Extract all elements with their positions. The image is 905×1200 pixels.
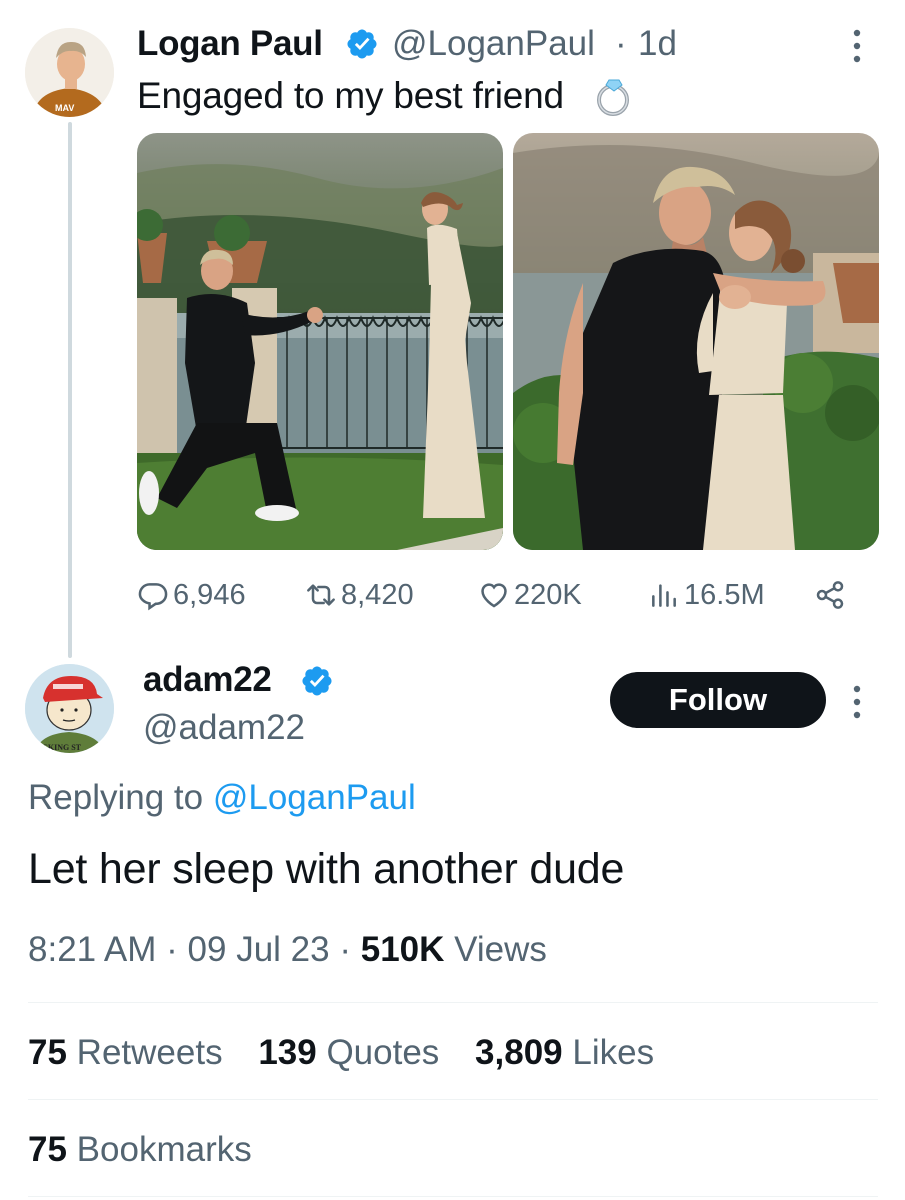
- svg-text:MAV: MAV: [55, 103, 74, 113]
- separator-dot: ·: [339, 930, 351, 969]
- logan-paul-avatar[interactable]: MAV: [25, 28, 114, 117]
- bookmarks-label: Bookmarks: [76, 1130, 252, 1169]
- reply-time[interactable]: 8:21 AM: [28, 930, 156, 969]
- reply-views-count: 510K: [360, 930, 445, 969]
- quotes-stat[interactable]: 139 Quotes: [258, 1033, 439, 1072]
- likes-stat[interactable]: 3,809 Likes: [475, 1033, 654, 1072]
- like-count: 220K: [514, 578, 582, 611]
- retweet-button[interactable]: 8,420: [305, 574, 414, 616]
- reply-icon: [138, 583, 168, 611]
- divider: [28, 1002, 878, 1003]
- reply-author-display-name[interactable]: adam22: [143, 660, 272, 700]
- photo-proposal[interactable]: [137, 133, 503, 550]
- bookmarks-count: 75: [28, 1130, 67, 1169]
- verified-badge-icon: [347, 29, 377, 59]
- svg-text:ICKING ST: ICKING ST: [39, 743, 82, 752]
- share-icon: [816, 581, 844, 609]
- share-button[interactable]: [814, 574, 850, 616]
- author-display-name[interactable]: Logan Paul: [137, 24, 323, 64]
- like-button[interactable]: 220K: [478, 574, 582, 616]
- reply-count: 6,946: [173, 578, 246, 611]
- verified-badge-icon: [302, 666, 332, 696]
- views-chart-icon: [652, 584, 676, 607]
- replying-to-mention[interactable]: @LoganPaul: [213, 778, 416, 817]
- reply-button[interactable]: 6,946: [137, 574, 246, 616]
- retweet-icon: [307, 584, 335, 606]
- divider: [28, 1099, 878, 1100]
- ring-emoji: [597, 79, 629, 116]
- reply-views-label: Views: [454, 930, 547, 969]
- likes-label: Likes: [572, 1033, 655, 1072]
- tweet-meta-line: 8:21 AM · 09 Jul 23 · 510K Views: [28, 930, 547, 970]
- photo-kiss-icon: [513, 133, 879, 550]
- quotes-count: 139: [258, 1033, 317, 1072]
- more-options-icon[interactable]: [852, 684, 862, 720]
- thread-connector-line: [68, 122, 72, 658]
- more-options-icon[interactable]: [852, 28, 862, 64]
- retweets-count: 75: [28, 1033, 67, 1072]
- separator-dot: ·: [166, 930, 178, 969]
- replying-to-prefix: Replying to: [28, 778, 204, 817]
- views-count: 16.5M: [684, 578, 765, 611]
- author-handle[interactable]: @LoganPaul: [392, 24, 595, 64]
- reply-date[interactable]: 09 Jul 23: [188, 930, 330, 969]
- reply-tweet-text: Let her sleep with another dude: [28, 845, 625, 893]
- separator-dot: ·: [615, 24, 627, 63]
- photo-kiss[interactable]: [513, 133, 879, 550]
- divider: [28, 1196, 878, 1197]
- replying-to-line: Replying to @LoganPaul: [28, 778, 416, 818]
- likes-count: 3,809: [475, 1033, 563, 1072]
- quotes-label: Quotes: [326, 1033, 440, 1072]
- heart-icon: [481, 583, 507, 608]
- adam22-avatar[interactable]: ICKING ST: [25, 664, 114, 753]
- follow-button[interactable]: Follow: [610, 672, 826, 728]
- photo-proposal-icon: [137, 133, 503, 550]
- engagement-stats: 75 Retweets 139 Quotes 3,809 Likes: [28, 1033, 680, 1073]
- reply-author-handle[interactable]: @adam22: [143, 708, 305, 748]
- retweet-count: 8,420: [341, 578, 414, 611]
- retweets-stat[interactable]: 75 Retweets: [28, 1033, 223, 1072]
- retweets-label: Retweets: [76, 1033, 223, 1072]
- bookmarks-stat[interactable]: 75 Bookmarks: [28, 1130, 252, 1170]
- tweet-timestamp[interactable]: 1d: [638, 24, 677, 64]
- views-button[interactable]: 16.5M: [648, 574, 765, 616]
- tweet-text: Engaged to my best friend: [137, 75, 564, 116]
